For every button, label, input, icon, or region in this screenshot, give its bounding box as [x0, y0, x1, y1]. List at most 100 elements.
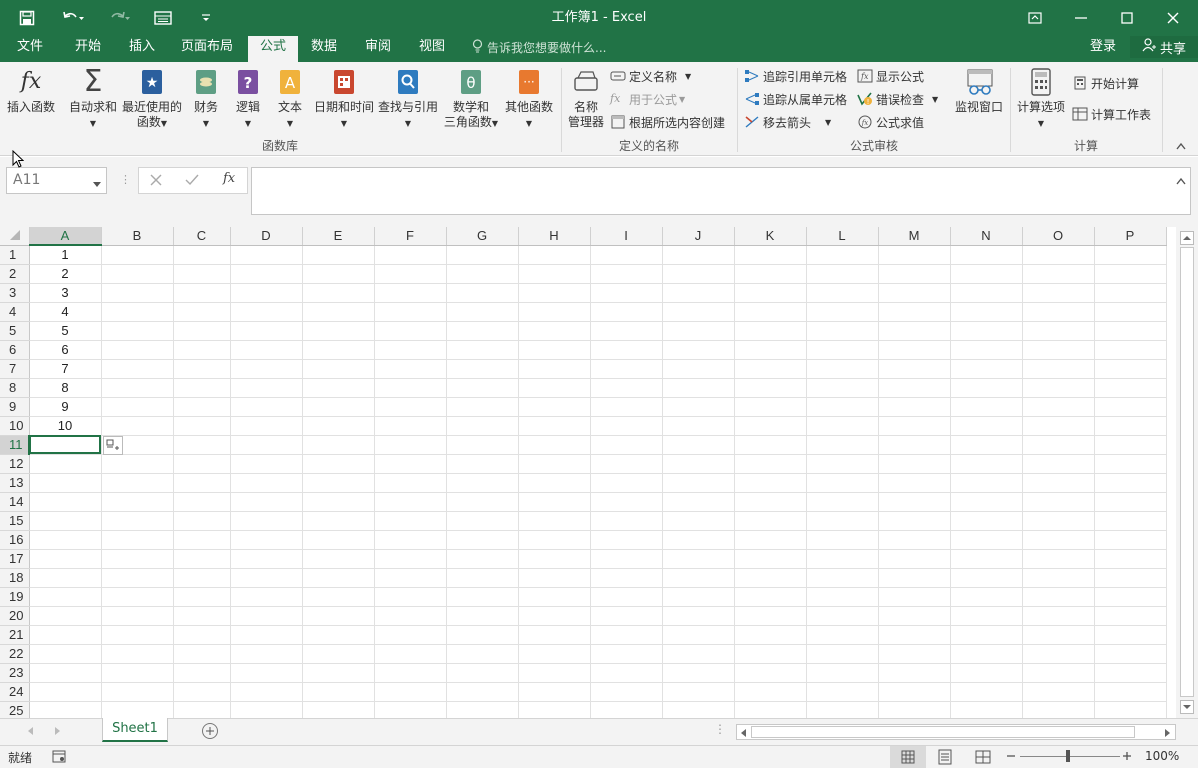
cell[interactable]: [446, 378, 519, 398]
cell[interactable]: [734, 701, 807, 718]
cell[interactable]: [29, 606, 102, 626]
cell[interactable]: [29, 625, 102, 645]
tab-splitter-icon[interactable]: ⋮: [714, 722, 726, 736]
cell[interactable]: [590, 473, 663, 493]
cell[interactable]: [374, 644, 447, 664]
cell[interactable]: [101, 473, 174, 493]
math-trig-button[interactable]: θ 数学和 三角函数▼: [440, 68, 502, 131]
cell[interactable]: [29, 644, 102, 664]
page-layout-view-button[interactable]: [930, 746, 960, 768]
cell[interactable]: [590, 283, 663, 303]
cell[interactable]: [230, 682, 303, 702]
normal-view-button[interactable]: [890, 746, 926, 768]
cell[interactable]: [950, 245, 1023, 265]
cell[interactable]: [173, 663, 231, 683]
cell[interactable]: [1022, 511, 1095, 531]
cell[interactable]: [1094, 454, 1167, 474]
cell[interactable]: [806, 397, 879, 417]
cell[interactable]: [806, 511, 879, 531]
cell[interactable]: [1094, 245, 1167, 265]
cell[interactable]: [1094, 302, 1167, 322]
cell[interactable]: [734, 644, 807, 664]
cell[interactable]: [230, 245, 303, 265]
ribbon-display-options-icon[interactable]: [1012, 0, 1058, 36]
cell[interactable]: [518, 321, 591, 341]
cell[interactable]: [1094, 492, 1167, 512]
cell[interactable]: [806, 264, 879, 284]
cell[interactable]: [446, 454, 519, 474]
cell[interactable]: [374, 568, 447, 588]
cell[interactable]: [878, 568, 951, 588]
cell[interactable]: [1022, 492, 1095, 512]
cell[interactable]: [101, 321, 174, 341]
cell[interactable]: [29, 473, 102, 493]
cell[interactable]: [878, 264, 951, 284]
cell[interactable]: [374, 378, 447, 398]
cell[interactable]: [950, 587, 1023, 607]
define-name-button[interactable]: 定义名称 ▼: [610, 66, 691, 86]
tell-me-box[interactable]: 告诉我您想要做什么...: [472, 36, 606, 58]
cell[interactable]: [230, 663, 303, 683]
cell[interactable]: [230, 549, 303, 569]
cell[interactable]: [590, 682, 663, 702]
cell[interactable]: [374, 625, 447, 645]
cell[interactable]: [734, 530, 807, 550]
cell[interactable]: [173, 625, 231, 645]
row-header[interactable]: 4: [0, 302, 30, 322]
cell[interactable]: [590, 549, 663, 569]
cell[interactable]: [806, 644, 879, 664]
cell[interactable]: [518, 549, 591, 569]
cell[interactable]: 5: [29, 321, 102, 341]
cell[interactable]: [734, 492, 807, 512]
cell[interactable]: [302, 416, 375, 436]
cell[interactable]: [1094, 359, 1167, 379]
zoom-slider[interactable]: [1020, 756, 1120, 757]
cell[interactable]: [1022, 435, 1095, 455]
cell[interactable]: [878, 511, 951, 531]
cell[interactable]: [374, 435, 447, 455]
cell[interactable]: [446, 587, 519, 607]
collapse-ribbon-icon[interactable]: [1176, 140, 1186, 153]
cell[interactable]: [662, 359, 735, 379]
cell[interactable]: [230, 359, 303, 379]
row-header[interactable]: 24: [0, 682, 30, 702]
cell[interactable]: [173, 644, 231, 664]
create-from-selection-button[interactable]: 根据所选内容创建: [610, 112, 725, 132]
cell[interactable]: [950, 321, 1023, 341]
quick-analysis-icon[interactable]: [103, 436, 123, 455]
cell[interactable]: [230, 701, 303, 718]
cell[interactable]: [1094, 340, 1167, 360]
row-header[interactable]: 16: [0, 530, 30, 550]
cell[interactable]: [101, 625, 174, 645]
cell[interactable]: [29, 682, 102, 702]
cell[interactable]: [590, 663, 663, 683]
cell[interactable]: 10: [29, 416, 102, 436]
cell[interactable]: [518, 397, 591, 417]
cell[interactable]: [173, 454, 231, 474]
cell[interactable]: [446, 264, 519, 284]
cell[interactable]: [230, 454, 303, 474]
cell[interactable]: [101, 397, 174, 417]
cell[interactable]: [734, 568, 807, 588]
cell[interactable]: [302, 530, 375, 550]
calculate-now-button[interactable]: 开始计算: [1072, 73, 1139, 93]
cell[interactable]: [29, 492, 102, 512]
cell[interactable]: [1094, 530, 1167, 550]
more-functions-button[interactable]: ··· 其他函数 ▼: [502, 68, 556, 131]
cell[interactable]: [101, 283, 174, 303]
cell[interactable]: [1022, 587, 1095, 607]
cell[interactable]: [1094, 283, 1167, 303]
cell[interactable]: [734, 245, 807, 265]
cell[interactable]: [734, 397, 807, 417]
cell[interactable]: [662, 492, 735, 512]
cell[interactable]: [446, 701, 519, 718]
cell[interactable]: [878, 625, 951, 645]
row-header[interactable]: 2: [0, 264, 30, 284]
cell[interactable]: [878, 587, 951, 607]
datetime-button[interactable]: 日期和时间 ▼: [312, 68, 376, 131]
tab-data[interactable]: 数据: [302, 36, 346, 62]
cell[interactable]: [662, 378, 735, 398]
cell[interactable]: [1022, 549, 1095, 569]
cell[interactable]: [302, 302, 375, 322]
cell[interactable]: [230, 340, 303, 360]
